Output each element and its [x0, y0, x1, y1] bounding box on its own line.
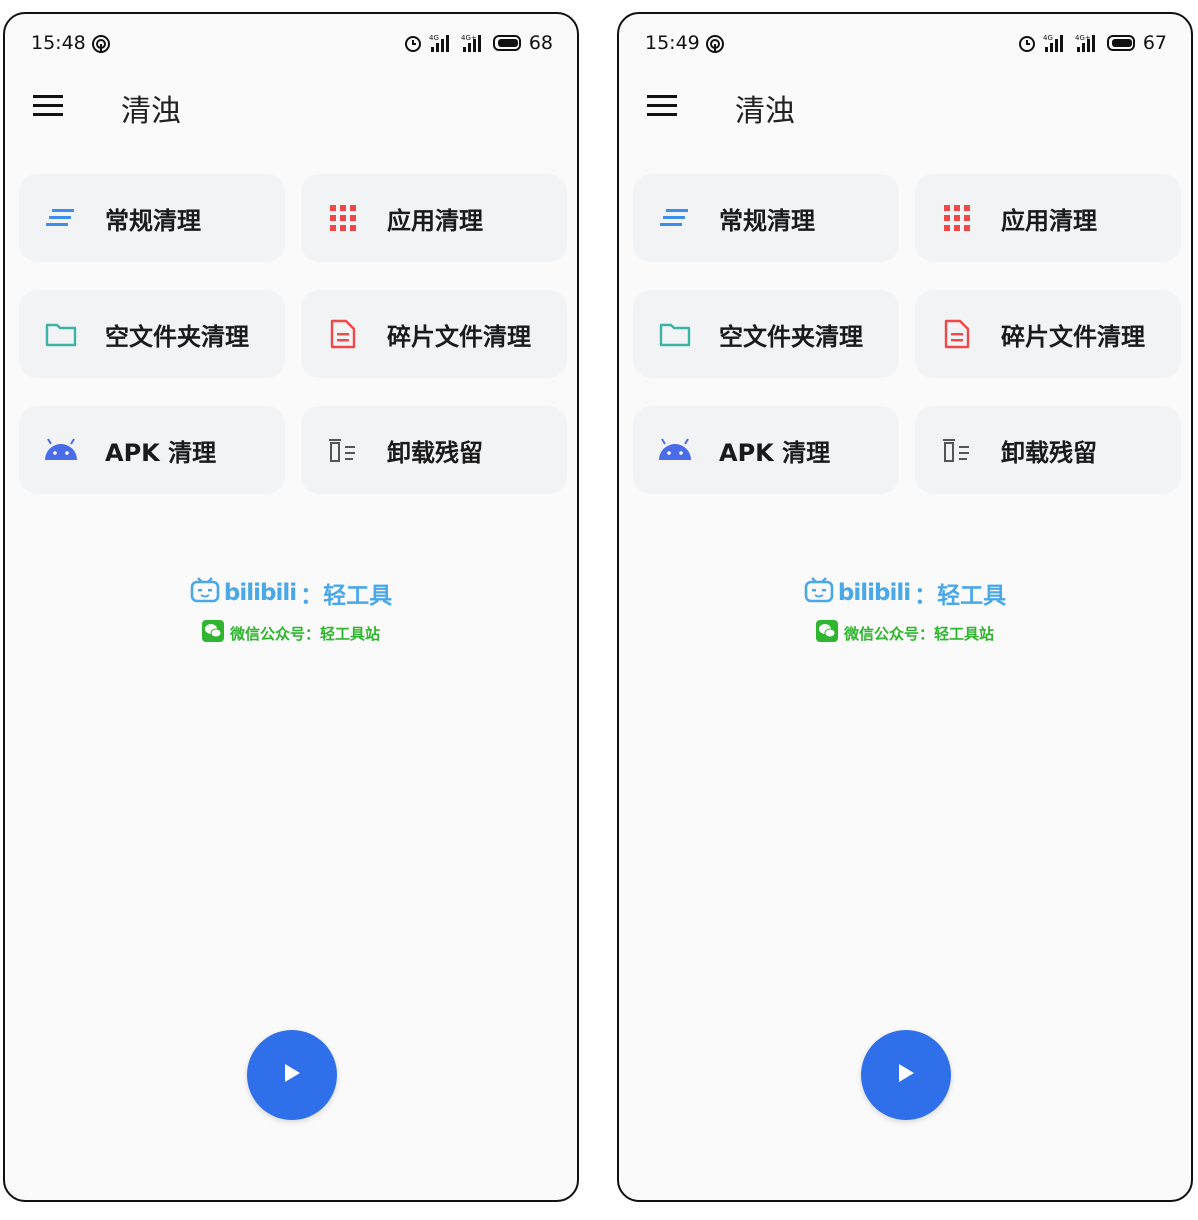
card-empty-folder-clean[interactable]: 空文件夹清理 [633, 290, 899, 378]
status-bar: 15:48 4G 4G+ 68 [5, 28, 577, 60]
trash-list-icon [325, 432, 361, 468]
card-label: 应用清理 [1001, 206, 1097, 235]
app-title: 清浊 [121, 94, 181, 129]
status-time: 15:48 [31, 32, 86, 54]
start-clean-button[interactable] [861, 1030, 951, 1120]
card-fragment-clean[interactable]: 碎片文件清理 [915, 290, 1181, 378]
watermark-line1: ：轻工具 [300, 583, 393, 609]
menu-icon[interactable] [647, 94, 679, 122]
alarm-icon [403, 33, 423, 53]
card-label: APK 清理 [105, 438, 217, 467]
status-time: 15:49 [645, 32, 700, 54]
app-toolbar: 清浊 [619, 80, 1191, 140]
android-icon [43, 432, 79, 468]
watermark: bilibili ：轻工具 微信公众号：轻工具站 [619, 576, 1191, 646]
card-fragment-clean[interactable]: 碎片文件清理 [301, 290, 567, 378]
menu-icon[interactable] [33, 94, 65, 122]
apps-grid-icon [939, 200, 975, 236]
card-label: 常规清理 [105, 206, 201, 235]
card-apk-clean[interactable]: APK 清理 [633, 406, 899, 494]
phone-screen-right: 15:49 4G 4G+ 67 清浊 常规清理 应用清理 空文件夹清理 碎片文件… [617, 12, 1193, 1202]
signal-4g-icon: 4G [429, 33, 455, 53]
document-icon [325, 316, 361, 352]
document-icon [939, 316, 975, 352]
svg-text:4G: 4G [429, 34, 439, 42]
card-empty-folder-clean[interactable]: 空文件夹清理 [19, 290, 285, 378]
battery-level: 68 [528, 32, 553, 54]
phone-screen-left: 15:48 4G 4G+ 68 清浊 常规清理 应用清理 空文件夹清理 碎片文件… [3, 12, 579, 1202]
card-label: 碎片文件清理 [1001, 322, 1145, 351]
signal-4g-plus-icon: 4G+ [461, 33, 487, 53]
app-title: 清浊 [735, 94, 795, 129]
play-icon [896, 1062, 916, 1088]
start-clean-button[interactable] [247, 1030, 337, 1120]
card-label: 空文件夹清理 [105, 322, 249, 351]
bilibili-tv-icon [804, 577, 834, 609]
card-label: 卸载残留 [1001, 438, 1097, 467]
watermark-line1: ：轻工具 [914, 583, 1007, 609]
battery-icon [1106, 34, 1137, 52]
lines-icon [657, 200, 693, 236]
card-regular-clean[interactable]: 常规清理 [633, 174, 899, 262]
svg-text:4G: 4G [1043, 34, 1053, 42]
card-label: 碎片文件清理 [387, 322, 531, 351]
apps-grid-icon [325, 200, 361, 236]
wechat-icon [815, 620, 838, 646]
app-toolbar: 清浊 [5, 80, 577, 140]
bilibili-logo: bilibili [223, 580, 297, 606]
watermark-line2: 微信公众号：轻工具站 [229, 624, 380, 643]
card-app-clean[interactable]: 应用清理 [301, 174, 567, 262]
signal-4g-plus-icon: 4G+ [1075, 33, 1101, 53]
bilibili-tv-icon [190, 577, 220, 609]
lines-icon [43, 200, 79, 236]
watermark: bilibili ：轻工具 微信公众号：轻工具站 [5, 576, 577, 646]
card-app-clean[interactable]: 应用清理 [915, 174, 1181, 262]
battery-icon [492, 34, 523, 52]
wechat-icon [201, 620, 224, 646]
watermark-line2: 微信公众号：轻工具站 [843, 624, 994, 643]
card-apk-clean[interactable]: APK 清理 [19, 406, 285, 494]
card-uninstall-residue[interactable]: 卸载残留 [915, 406, 1181, 494]
card-label: APK 清理 [719, 438, 831, 467]
signal-4g-icon: 4G [1043, 33, 1069, 53]
hotspot-icon [91, 34, 111, 58]
card-uninstall-residue[interactable]: 卸载残留 [301, 406, 567, 494]
folder-icon [657, 316, 693, 352]
card-regular-clean[interactable]: 常规清理 [19, 174, 285, 262]
trash-list-icon [939, 432, 975, 468]
hotspot-icon [705, 34, 725, 58]
card-label: 空文件夹清理 [719, 322, 863, 351]
card-label: 卸载残留 [387, 438, 483, 467]
bilibili-logo: bilibili [837, 580, 911, 606]
card-label: 常规清理 [719, 206, 815, 235]
play-icon [282, 1062, 302, 1088]
battery-level: 67 [1142, 32, 1167, 54]
status-bar: 15:49 4G 4G+ 67 [619, 28, 1191, 60]
android-icon [657, 432, 693, 468]
alarm-icon [1017, 33, 1037, 53]
card-label: 应用清理 [387, 206, 483, 235]
folder-icon [43, 316, 79, 352]
